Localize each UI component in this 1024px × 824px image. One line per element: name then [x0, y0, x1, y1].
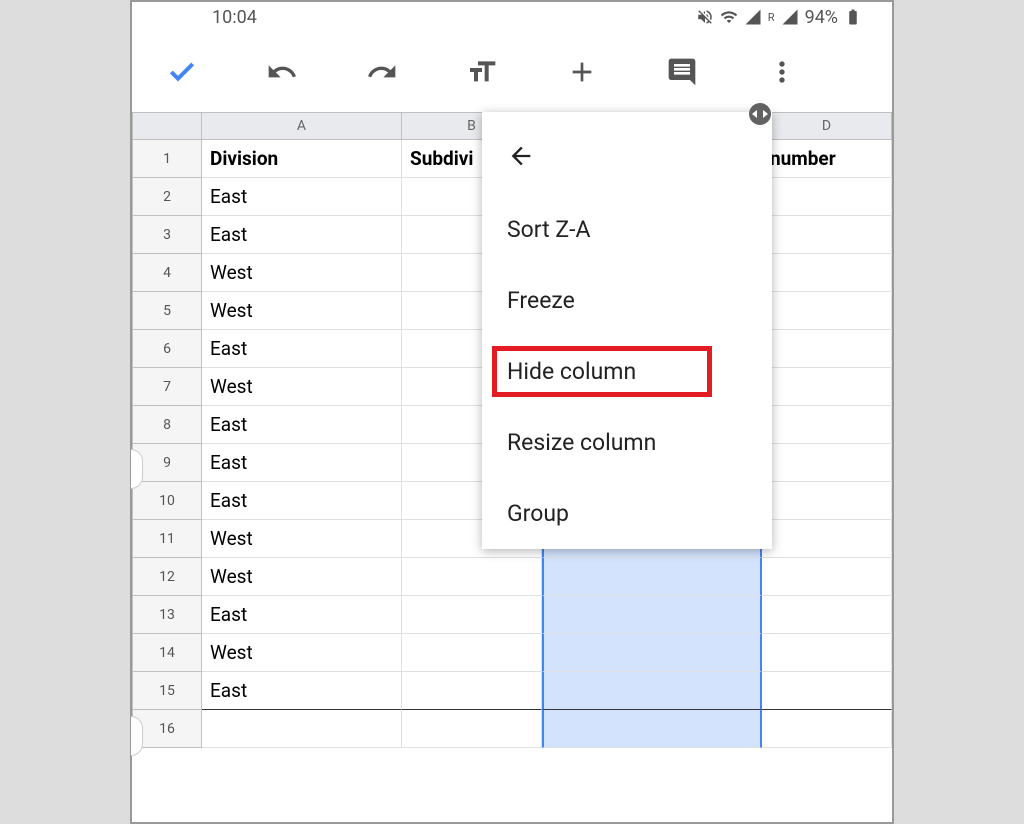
row-number[interactable]: 14: [132, 634, 202, 672]
cell[interactable]: [762, 330, 892, 368]
context-menu: Sort Z-A Freeze Hide column Resize colum…: [482, 112, 772, 549]
cell[interactable]: East: [202, 482, 402, 520]
table-row: 15East: [132, 672, 892, 710]
cell[interactable]: East: [202, 178, 402, 216]
cell[interactable]: [402, 558, 542, 596]
row-number[interactable]: 15: [132, 672, 202, 710]
cell[interactable]: [762, 672, 892, 710]
menu-freeze[interactable]: Freeze: [482, 265, 772, 336]
sheet-tab-indicator[interactable]: [131, 449, 143, 489]
cell[interactable]: [762, 520, 892, 558]
cell[interactable]: [762, 634, 892, 672]
table-row: 16: [132, 710, 892, 748]
status-time: 10:04: [212, 7, 257, 28]
redo-button[interactable]: [362, 52, 402, 92]
table-row: 12West: [132, 558, 892, 596]
row-number[interactable]: 3: [132, 216, 202, 254]
cell[interactable]: [402, 596, 542, 634]
cell[interactable]: West: [202, 520, 402, 558]
cell[interactable]: West: [202, 368, 402, 406]
toolbar: [132, 32, 892, 112]
more-button[interactable]: [762, 52, 802, 92]
cell[interactable]: [542, 672, 762, 710]
cell[interactable]: [542, 558, 762, 596]
cell[interactable]: [762, 482, 892, 520]
cell[interactable]: [762, 254, 892, 292]
cell[interactable]: East: [202, 672, 402, 710]
cell[interactable]: West: [202, 254, 402, 292]
row-number[interactable]: 5: [132, 292, 202, 330]
cell[interactable]: [762, 406, 892, 444]
cell[interactable]: East: [202, 216, 402, 254]
row-number[interactable]: 10: [132, 482, 202, 520]
column-resize-handle[interactable]: [749, 103, 771, 125]
table-row: 14West: [132, 634, 892, 672]
comment-button[interactable]: [662, 52, 702, 92]
row-number[interactable]: 11: [132, 520, 202, 558]
cell[interactable]: [762, 444, 892, 482]
cell[interactable]: number: [762, 140, 892, 178]
cell[interactable]: West: [202, 558, 402, 596]
row-number[interactable]: 12: [132, 558, 202, 596]
cell[interactable]: West: [202, 634, 402, 672]
menu-resize-column[interactable]: Resize column: [482, 407, 772, 478]
cell[interactable]: [402, 672, 542, 710]
row-number[interactable]: 13: [132, 596, 202, 634]
menu-hide-column[interactable]: Hide column: [482, 336, 772, 407]
cell[interactable]: [762, 292, 892, 330]
column-header-a[interactable]: A: [202, 112, 402, 140]
cell[interactable]: [542, 634, 762, 672]
cell[interactable]: [762, 178, 892, 216]
cell[interactable]: [762, 596, 892, 634]
cell[interactable]: [762, 558, 892, 596]
confirm-button[interactable]: [162, 52, 202, 92]
row-number[interactable]: 1: [132, 140, 202, 178]
table-row: 13East: [132, 596, 892, 634]
spreadsheet[interactable]: A B C D 1DivisionSubdivinumber2East3East…: [132, 112, 892, 748]
signal2-icon: [781, 8, 799, 26]
cell[interactable]: East: [202, 406, 402, 444]
wifi-icon: [720, 8, 738, 26]
cell[interactable]: Division: [202, 140, 402, 178]
cell[interactable]: [202, 710, 402, 748]
sheet-tab-indicator[interactable]: [131, 716, 143, 756]
cell[interactable]: West: [202, 292, 402, 330]
status-bar: 10:04 R 94%: [132, 2, 892, 32]
row-number[interactable]: 7: [132, 368, 202, 406]
select-all-cell[interactable]: [132, 112, 202, 140]
battery-percent: 94%: [805, 7, 838, 28]
cell[interactable]: [402, 634, 542, 672]
menu-back-button[interactable]: [482, 132, 772, 194]
cell[interactable]: East: [202, 444, 402, 482]
format-button[interactable]: [462, 52, 502, 92]
cell[interactable]: [542, 596, 762, 634]
row-number[interactable]: 6: [132, 330, 202, 368]
cell[interactable]: [762, 216, 892, 254]
mute-icon: [696, 8, 714, 26]
menu-sort-za[interactable]: Sort Z-A: [482, 194, 772, 265]
cell[interactable]: [402, 710, 542, 748]
cell[interactable]: [542, 710, 762, 748]
menu-group[interactable]: Group: [482, 478, 772, 549]
status-icons: R 94%: [696, 7, 862, 28]
row-number[interactable]: 8: [132, 406, 202, 444]
row-number[interactable]: 2: [132, 178, 202, 216]
cell[interactable]: [762, 368, 892, 406]
cell[interactable]: [762, 710, 892, 748]
battery-icon: [844, 8, 862, 26]
signal-icon: [744, 8, 762, 26]
insert-button[interactable]: [562, 52, 602, 92]
column-header-d[interactable]: D: [762, 112, 892, 140]
undo-button[interactable]: [262, 52, 302, 92]
cell[interactable]: East: [202, 596, 402, 634]
cell[interactable]: East: [202, 330, 402, 368]
row-number[interactable]: 4: [132, 254, 202, 292]
